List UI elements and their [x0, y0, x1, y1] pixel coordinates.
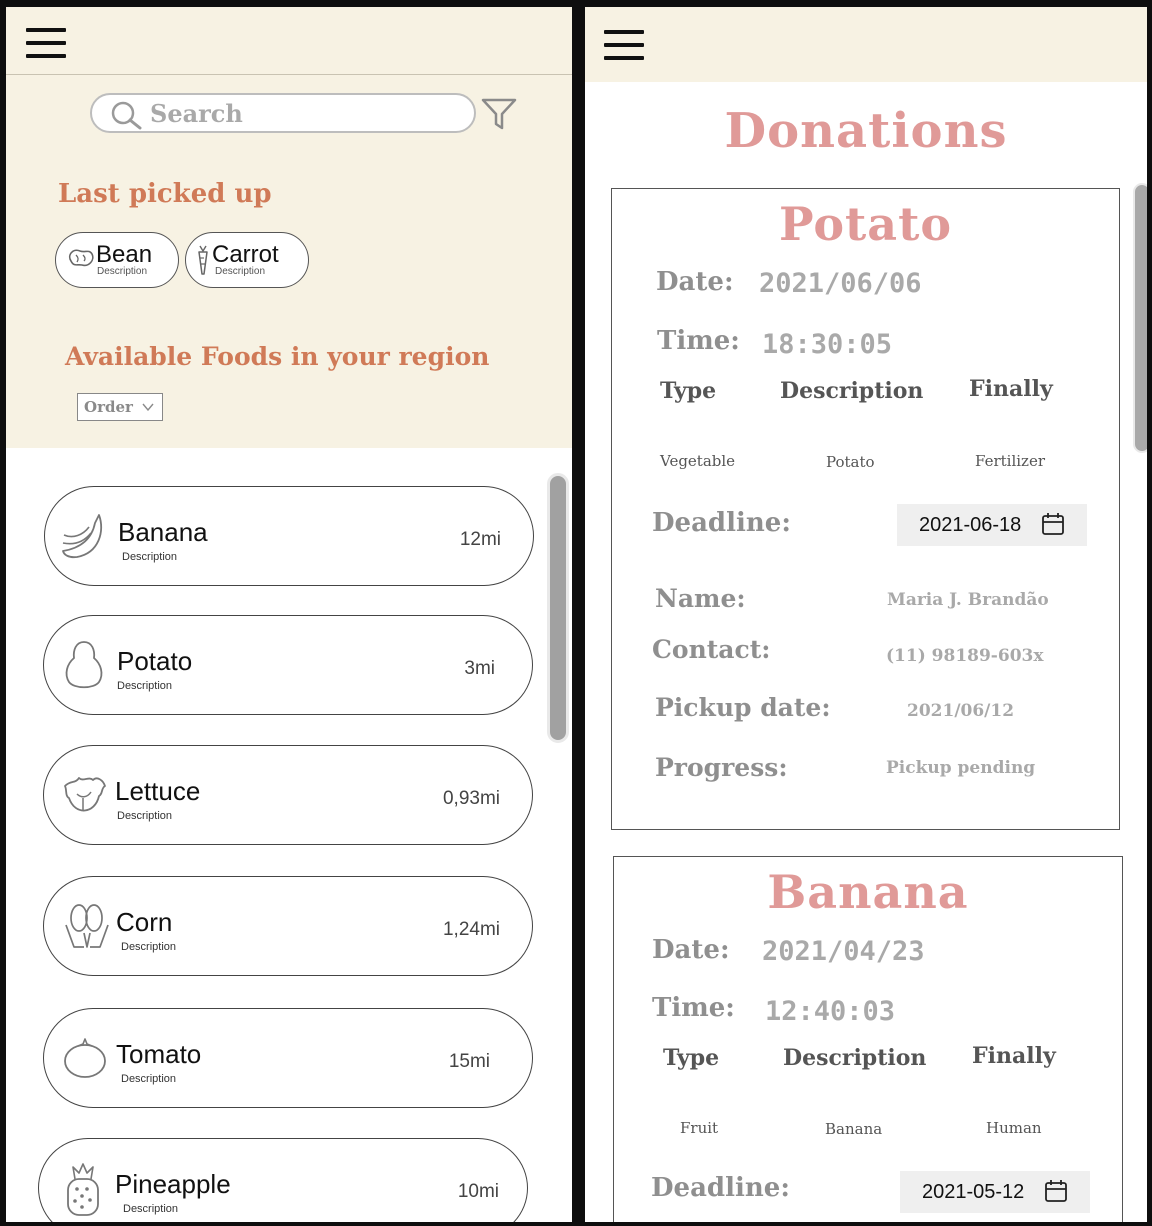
food-description: Description	[121, 941, 177, 953]
time-value: 18:30:05	[762, 329, 893, 360]
chip-description: Description	[215, 266, 266, 277]
finally-value: Human	[986, 1119, 1042, 1137]
order-label: Order	[84, 398, 133, 416]
search-input[interactable]	[150, 99, 450, 127]
progress-value: Pickup pending	[886, 758, 1036, 778]
deadline-label: Deadline:	[651, 1173, 790, 1203]
food-distance: 3mi	[464, 658, 495, 679]
progress-label: Progress:	[655, 753, 788, 782]
description-value: Potato	[826, 453, 875, 471]
potato-icon	[65, 641, 103, 689]
food-card-potato[interactable]: Potato Description 3mi	[43, 615, 533, 715]
donation-title: Potato	[778, 197, 953, 251]
menu-icon[interactable]	[604, 30, 644, 60]
lettuce-icon	[64, 777, 106, 812]
finally-value: Fertilizer	[975, 452, 1046, 470]
last-picked-bean-chip[interactable]: Bean Description	[55, 232, 179, 288]
time-label: Time:	[657, 326, 740, 356]
type-header: Type	[660, 378, 717, 404]
food-distance: 12mi	[459, 529, 501, 550]
donations-screen: Donations Potato Date: 2021/06/06 Time: …	[585, 7, 1147, 1222]
name-label: Name:	[655, 584, 746, 613]
tomato-icon	[64, 1038, 106, 1078]
contact-label: Contact:	[652, 635, 771, 664]
last-picked-carrot-chip[interactable]: Carrot Description	[185, 232, 309, 288]
food-distance: 15mi	[448, 1051, 490, 1072]
finally-header: Finally	[969, 376, 1053, 402]
time-label: Time:	[652, 993, 735, 1023]
date-value: 2021/04/23	[762, 936, 925, 967]
food-name: Lettuce	[115, 776, 201, 806]
type-value: Fruit	[680, 1119, 719, 1137]
chevron-down-icon	[142, 403, 154, 411]
right-header	[585, 7, 1147, 82]
carrot-icon	[198, 245, 208, 275]
search-bar	[90, 93, 476, 133]
description-header: Description	[783, 1045, 927, 1071]
food-distance: 1,24mi	[442, 919, 500, 940]
time-value: 12:40:03	[765, 996, 896, 1027]
pickup-date-value: 2021/06/12	[907, 701, 1015, 721]
pickup-date-label: Pickup date:	[655, 693, 831, 722]
page-title: Donations	[724, 103, 1008, 159]
finally-header: Finally	[972, 1043, 1056, 1069]
food-card-banana[interactable]: Banana Description 12mi	[44, 486, 534, 586]
food-distance: 0,93mi	[442, 788, 500, 809]
deadline-value: 2021-06-18	[919, 514, 1022, 536]
name-value: Maria J. Brandão	[887, 590, 1049, 610]
type-value: Vegetable	[660, 452, 736, 470]
food-card-corn[interactable]: Corn Description 1,24mi	[43, 876, 533, 976]
order-dropdown[interactable]: Order	[77, 393, 163, 421]
food-description: Description	[122, 551, 178, 563]
header-divider	[6, 74, 572, 75]
bean-icon	[68, 249, 94, 267]
banana-icon	[62, 514, 103, 559]
food-description: Description	[117, 680, 173, 692]
deadline-date-input[interactable]: 2021-06-18	[897, 504, 1087, 546]
description-header: Description	[780, 378, 924, 404]
donation-card: Banana Date: 2021/04/23 Time: 12:40:03 T…	[613, 856, 1123, 1222]
donation-card: Potato Date: 2021/06/06 Time: 18:30:05 T…	[611, 188, 1120, 830]
pineapple-icon	[67, 1163, 99, 1216]
donations-scrollbar[interactable]	[1133, 183, 1147, 453]
corn-icon	[65, 904, 109, 948]
chip-description: Description	[97, 266, 148, 277]
donation-title: Banana	[767, 865, 969, 919]
food-card-lettuce[interactable]: Lettuce Description 0,93mi	[43, 745, 533, 845]
food-description: Description	[123, 1203, 179, 1215]
food-card-tomato[interactable]: Tomato Description 15mi	[43, 1008, 533, 1108]
food-name: Potato	[117, 646, 193, 676]
calendar-icon[interactable]	[1041, 512, 1065, 536]
filter-icon[interactable]	[480, 97, 518, 131]
menu-icon[interactable]	[26, 28, 66, 58]
deadline-date-input[interactable]: 2021-05-12	[900, 1171, 1090, 1213]
description-value: Banana	[825, 1120, 883, 1138]
contact-value: (11) 98189-603x	[886, 646, 1044, 666]
type-header: Type	[663, 1045, 720, 1071]
deadline-value: 2021-05-12	[922, 1181, 1025, 1203]
food-list-screen: Last picked up Bean Description Carrot D…	[6, 7, 572, 1222]
food-card-pineapple[interactable]: Pineapple Description 10mi	[38, 1138, 528, 1222]
food-distance: 10mi	[457, 1181, 499, 1202]
food-description: Description	[117, 810, 173, 822]
chip-label: Bean	[96, 241, 153, 268]
food-list-scrollbar[interactable]	[547, 473, 569, 743]
deadline-label: Deadline:	[652, 508, 791, 538]
last-picked-title: Last picked up	[58, 179, 272, 209]
available-foods-title: Available Foods in your region	[65, 342, 490, 371]
calendar-icon[interactable]	[1044, 1179, 1068, 1203]
food-name: Banana	[118, 517, 208, 547]
date-label: Date:	[656, 267, 734, 297]
food-description: Description	[121, 1073, 177, 1085]
food-name: Pineapple	[115, 1169, 231, 1199]
food-name: Tomato	[116, 1039, 202, 1069]
date-value: 2021/06/06	[759, 268, 922, 299]
chip-label: Carrot	[212, 241, 279, 268]
search-icon	[111, 101, 142, 130]
food-name: Corn	[116, 907, 173, 937]
date-label: Date:	[652, 935, 730, 965]
